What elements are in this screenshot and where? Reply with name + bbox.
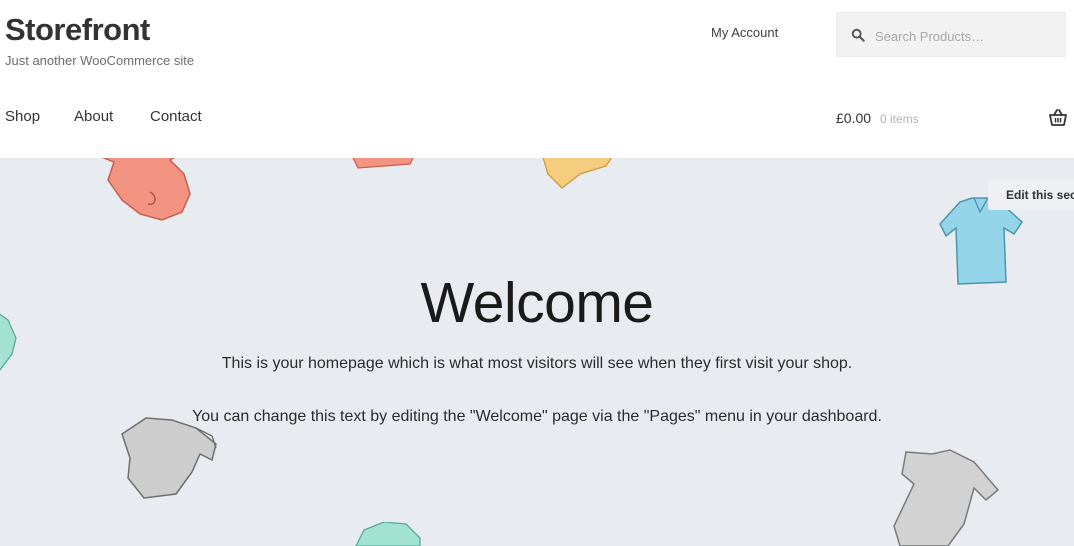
nav-item-about[interactable]: About [74, 108, 113, 125]
yellow-shirt-illustration [542, 158, 613, 189]
site-description: Just another WooCommerce site [5, 53, 195, 68]
mint-sweater-illustration [355, 522, 421, 546]
header-cart[interactable]: £0.00 0 items [836, 108, 1068, 132]
coral-jacket-illustration [101, 158, 191, 221]
hero-paragraph-2: You can change this text by editing the … [192, 408, 882, 425]
hero-title: Welcome [420, 271, 654, 335]
hero-section: Edit this section Welcome This is your h… [0, 158, 1074, 546]
search-input[interactable] [873, 23, 1062, 49]
product-search[interactable] [836, 12, 1066, 57]
search-icon [851, 28, 865, 42]
my-account-link[interactable]: My Account [711, 25, 778, 40]
grey-tshirt-illustration [893, 449, 1000, 546]
coral-scarf-illustration [352, 158, 414, 169]
site-title[interactable]: Storefront [5, 12, 150, 48]
nav-item-contact[interactable]: Contact [150, 108, 202, 125]
site-header: Storefront Just another WooCommerce site… [0, 0, 1074, 158]
basket-icon[interactable] [1048, 108, 1068, 128]
grey-hoodie-illustration [121, 417, 217, 499]
cart-count[interactable]: 0 items [880, 112, 919, 126]
edit-section-button[interactable]: Edit this section [988, 180, 1074, 210]
cart-amount[interactable]: £0.00 [836, 110, 871, 126]
hero-paragraph-1: This is your homepage which is what most… [221, 355, 853, 372]
nav-item-shop[interactable]: Shop [5, 108, 40, 125]
